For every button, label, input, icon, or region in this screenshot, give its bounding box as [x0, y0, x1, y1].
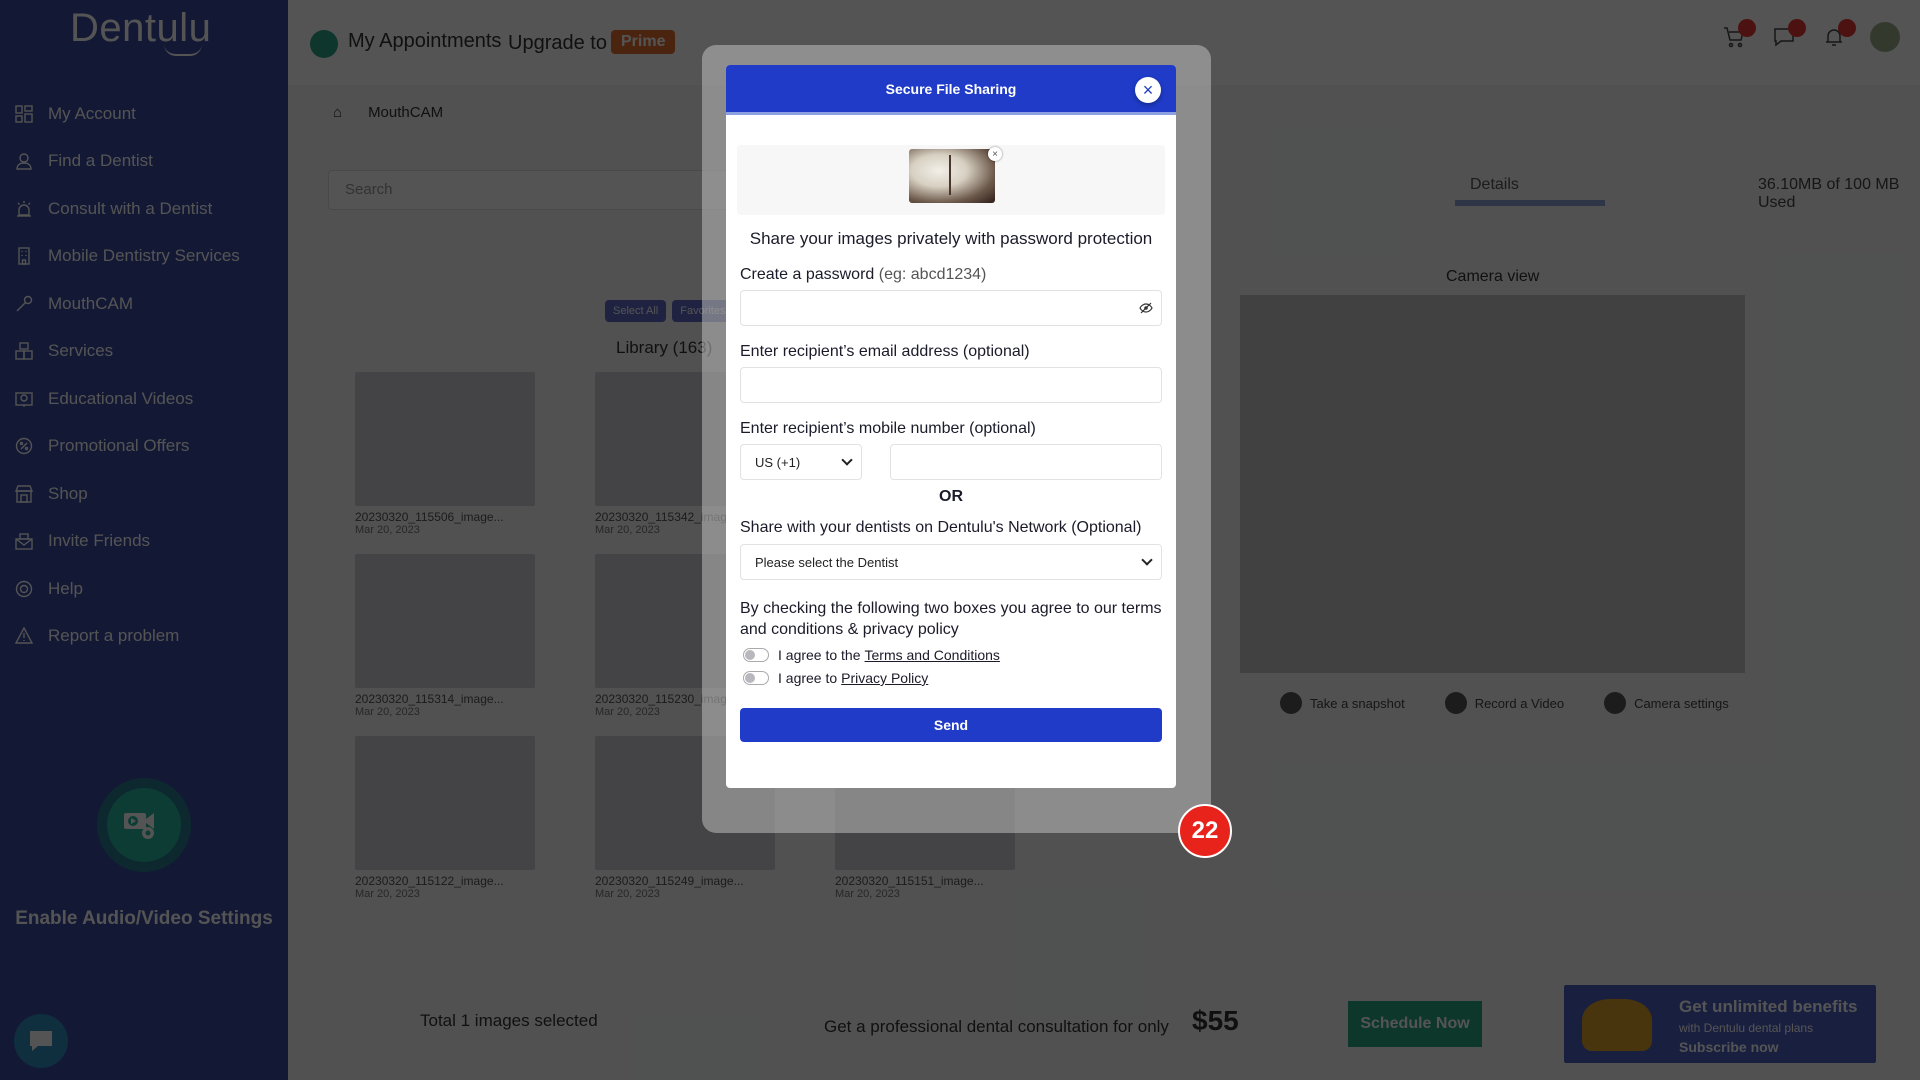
mobile-label: Enter recipient’s mobile number (optiona…	[740, 420, 1036, 437]
close-button[interactable]: ×	[1135, 77, 1161, 103]
terms-toggle[interactable]	[743, 648, 769, 662]
toggle-knob	[745, 673, 755, 683]
email-field-group: Enter recipient’s email address (optiona…	[726, 343, 1176, 403]
terms-prefix: I agree to the	[778, 647, 861, 663]
eye-slash-icon[interactable]	[1139, 302, 1153, 314]
email-input[interactable]	[740, 367, 1162, 403]
phone-row: US (+1)	[740, 444, 1162, 480]
selected-image-thumbnail	[909, 149, 995, 203]
share-heading: Share your images privately with passwor…	[749, 229, 1153, 248]
password-hint: (eg: abcd1234)	[878, 266, 987, 283]
country-code-value: US (+1)	[755, 454, 801, 470]
mobile-field-group: Enter recipient’s mobile number (optiona…	[726, 420, 1176, 480]
country-code-select[interactable]: US (+1)	[740, 444, 862, 480]
network-label: Share with your dentists on Dentulu's Ne…	[740, 519, 1142, 536]
close-icon: ×	[1142, 80, 1154, 100]
dentist-select-value: Please select the Dentist	[755, 554, 899, 570]
privacy-link[interactable]: Privacy Policy	[841, 670, 928, 686]
mobile-number-input[interactable]	[890, 444, 1162, 480]
remove-image-button[interactable]: ×	[988, 147, 1002, 161]
privacy-agreement-row: I agree to Privacy Policy	[740, 670, 1162, 686]
modal-header: Secure File Sharing ×	[726, 65, 1176, 115]
password-input[interactable]	[740, 290, 1162, 326]
or-divider: OR	[939, 488, 963, 505]
selected-images-preview: ×	[737, 145, 1165, 215]
send-button[interactable]: Send	[740, 708, 1162, 742]
chevron-down-icon	[1141, 554, 1153, 566]
chevron-down-icon	[841, 454, 853, 466]
step-badge: 22	[1178, 804, 1232, 858]
privacy-toggle[interactable]	[743, 671, 769, 685]
password-label: Create a password (eg: abcd1234)	[740, 266, 987, 283]
email-label: Enter recipient’s email address (optiona…	[740, 343, 1030, 360]
modal-title: Secure File Sharing	[885, 80, 1017, 97]
agreement-group: By checking the following two boxes you …	[726, 598, 1176, 742]
agreement-text: By checking the following two boxes you …	[740, 600, 1162, 638]
privacy-prefix: I agree to	[778, 670, 838, 686]
terms-link[interactable]: Terms and Conditions	[865, 647, 1000, 663]
terms-agreement-row: I agree to the Terms and Conditions	[740, 647, 1162, 663]
password-field-group: Create a password (eg: abcd1234)	[726, 266, 1176, 326]
remove-icon: ×	[992, 148, 998, 160]
toggle-knob	[745, 650, 755, 660]
dentist-select[interactable]: Please select the Dentist	[740, 544, 1162, 580]
network-field-group: Share with your dentists on Dentulu's Ne…	[726, 518, 1176, 580]
secure-file-sharing-modal: Secure File Sharing × × Share your image…	[726, 65, 1176, 788]
